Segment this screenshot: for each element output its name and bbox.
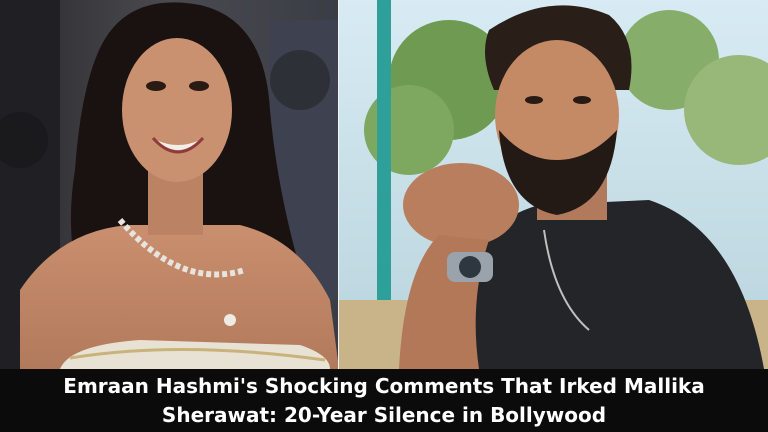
right-photo xyxy=(339,0,768,369)
man-portrait-image xyxy=(339,0,768,369)
left-photo xyxy=(0,0,339,369)
woman-portrait-image xyxy=(0,0,339,369)
caption-bar: Emraan Hashmi's Shocking Comments That I… xyxy=(0,369,768,432)
headline-caption: Emraan Hashmi's Shocking Comments That I… xyxy=(63,373,705,427)
